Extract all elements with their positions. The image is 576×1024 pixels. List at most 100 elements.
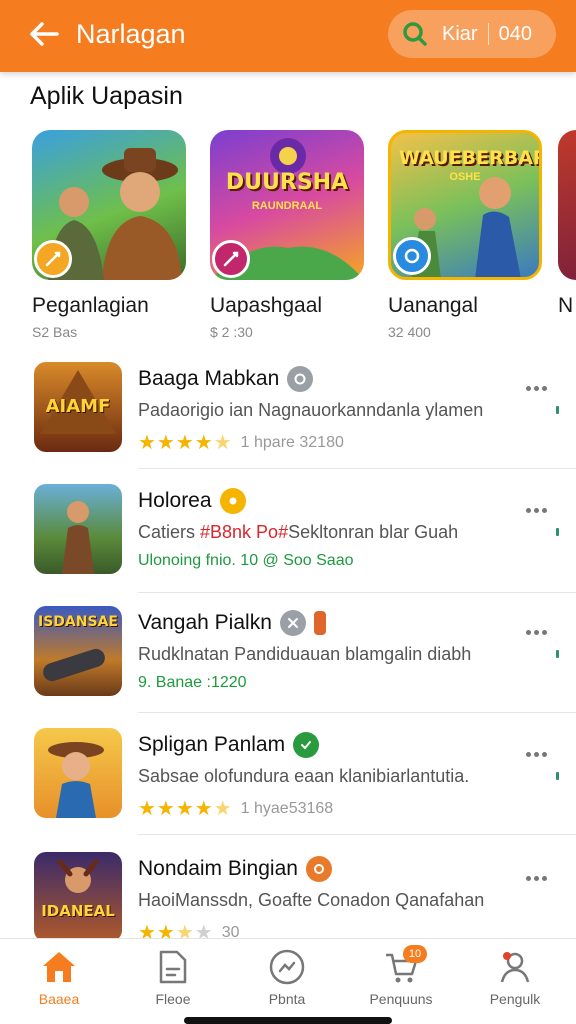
app-description: Rudklnatan Pandiduauan blamgalin diabh [138, 644, 472, 664]
search-text: Kiar [442, 22, 478, 45]
nav-profile-label: Pengulk [489, 991, 541, 1007]
featured-meta: $ 2 :30 [210, 324, 253, 340]
app-title: Baaga Mabkan [138, 366, 314, 392]
featured-name: Peganlagian [32, 294, 149, 317]
featured-card[interactable]: WAUEBERBAR OSHE Uanangal 32 400 [388, 130, 542, 340]
featured-name: N [558, 294, 574, 317]
featured-tile-image [558, 130, 576, 280]
nav-explore[interactable]: Pbnta [232, 947, 342, 1007]
featured-tile-image: WAUEBERBAR OSHE [388, 130, 542, 280]
app-icon-text: IDANEAL [41, 902, 115, 920]
nav-files[interactable]: Fleoe [118, 947, 228, 1007]
featured-card[interactable]: Peganlagian S2 Bas [32, 130, 186, 340]
app-description: HaoiManssdn, Goafte Conadon Qanafahan [138, 890, 485, 910]
app-title: Spligan Panlam [138, 732, 320, 758]
compass-icon [267, 947, 307, 987]
search-button[interactable]: Kiar 040 [388, 10, 556, 58]
more-options-button[interactable] [516, 742, 556, 766]
nav-home-label: Baaea [38, 991, 80, 1007]
app-icon [34, 484, 122, 574]
search-divider [487, 23, 489, 45]
app-rating-row: ★★★★★ 1 hyae53168 [138, 796, 333, 821]
page-title: Narlagan [76, 19, 186, 49]
app-sub-info: 9. Banae :1220 [138, 674, 247, 691]
status-tick [556, 406, 559, 414]
more-options-button[interactable] [516, 620, 556, 644]
list-item[interactable]: Holorea Catiers #B8nk Po#Sekltonran blar… [0, 484, 576, 602]
featured-card-partial[interactable]: N [558, 130, 576, 318]
app-title-text: Spligan Panlam [138, 733, 286, 756]
more-options-button[interactable] [516, 498, 556, 522]
app-description: Sabsae olofundura eaan klanibiarlantutia… [138, 766, 470, 786]
featured-card[interactable]: DUURSHA RAUNDRAAL Uapashgaal $ 2 :30 [210, 130, 364, 340]
app-description: Catiers #B8nk Po#Sekltonran blar Guah [138, 522, 458, 543]
warrior-character-icon [57, 859, 99, 893]
status-tick [556, 650, 559, 658]
list-item[interactable]: ISDANSAE Vangah Pialkn Rudklnatan Pandid… [0, 606, 576, 724]
list-item[interactable]: Spligan Panlam Sabsae olofundura eaan kl… [0, 728, 576, 846]
info-icon [294, 373, 306, 385]
featured-tile-image [32, 130, 186, 280]
divider [138, 712, 576, 713]
info-badge [287, 366, 314, 392]
arrow-left-icon [30, 22, 59, 46]
status-tick [556, 772, 559, 780]
nav-home[interactable]: Baaea [4, 947, 114, 1007]
category-badge [212, 240, 250, 278]
desc-part-2: Sekltonran blar Guah [288, 522, 459, 542]
rating-stars: ★★★★★ [138, 798, 233, 820]
target-icon [313, 864, 324, 874]
cart-icon: 10 [381, 945, 427, 987]
info-badge [279, 610, 306, 636]
featured-section-title: Aplik Uapasin [30, 82, 183, 110]
app-title-text: Baaga Mabkan [138, 367, 280, 390]
featured-name: Uanangal [388, 294, 478, 317]
app-title-text: Vangah Pialkn [138, 611, 272, 634]
app-downloads: 1 hpare 32180 [240, 433, 344, 451]
featured-tile-image: DUURSHA RAUNDRAAL [210, 130, 364, 280]
featured-tile-text: DUURSHA [225, 170, 349, 195]
app-icon-text: ISDANSAE [38, 614, 118, 630]
featured-tile-text: WAUEBERBAR [399, 147, 542, 169]
sword-icon [45, 251, 61, 267]
more-options-button[interactable] [516, 376, 556, 400]
app-title: Vangah Pialkn [138, 610, 326, 636]
status-tick [556, 528, 559, 536]
rating-stars: ★★★★★ [138, 432, 233, 454]
nav-cart-label: Penquuns [369, 991, 433, 1007]
featured-tile-subtitle: RAUNDRAAL [251, 200, 323, 212]
category-badge [393, 237, 431, 275]
app-sub-info: Ulonoing fnio. 10 @ Soo Saao [138, 552, 354, 569]
sparkle-icon [229, 497, 237, 505]
back-button[interactable] [22, 14, 66, 54]
app-icon: IDANEAL [34, 852, 122, 942]
app-description: Padaorigio ian Nagnauorkanndanla ylamen [138, 400, 484, 420]
desc-part-1: Catiers [138, 522, 201, 542]
cowboy-character-icon [48, 742, 104, 818]
nav-explore-label: Pbnta [268, 991, 306, 1007]
app-title-text: Holorea [138, 489, 212, 512]
featured-name: Uapashgaal [210, 294, 323, 317]
more-options-button[interactable] [516, 866, 556, 890]
app-icon [34, 728, 122, 818]
star-badge [219, 488, 246, 514]
divider [138, 592, 576, 593]
app-header: Narlagan Kiar 040 [0, 0, 576, 72]
home-indicator [184, 1017, 392, 1024]
list-item[interactable]: AIAMF Baaga Mabkan Padaorigio ian Nagnau… [0, 362, 576, 480]
search-icon [403, 22, 427, 46]
desc-highlight: #B8nk Po# [200, 522, 289, 542]
divider [138, 834, 576, 835]
verified-badge [293, 732, 320, 758]
nav-files-label: Fleoe [155, 991, 191, 1007]
home-icon [39, 947, 79, 987]
check-icon [301, 741, 312, 750]
featured-meta: 32 400 [388, 324, 431, 340]
tag-icon [313, 611, 326, 635]
close-icon [287, 618, 298, 628]
app-icon: AIAMF [34, 362, 122, 452]
nav-cart[interactable]: 10 Penquuns [346, 945, 456, 1007]
app-downloads: 1 hyae53168 [240, 799, 334, 817]
info-badge [305, 856, 332, 882]
nav-profile[interactable]: Pengulk [460, 947, 570, 1007]
